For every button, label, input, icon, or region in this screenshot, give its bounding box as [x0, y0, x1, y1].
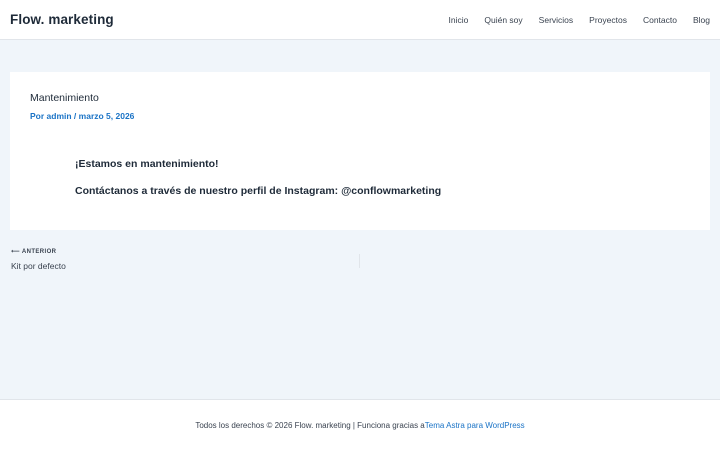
post-meta-separator: /: [71, 111, 79, 121]
post-title: Mantenimiento: [30, 92, 99, 104]
post-content-line: ¡Estamos en mantenimiento!: [75, 158, 219, 170]
footer-copyright: Todos los derechos © 2026 Flow. marketin…: [195, 420, 425, 430]
post-meta-prefix: Por: [30, 111, 47, 121]
post-card: Mantenimiento Por admin / marzo 5, 2026 …: [10, 72, 710, 230]
footer-theme-link[interactable]: Tema Astra para WordPress: [425, 421, 525, 430]
post-meta: Por admin / marzo 5, 2026: [30, 111, 134, 121]
previous-post-label[interactable]: ⟵ ANTERIOR: [11, 248, 56, 255]
nav-item-proyectos[interactable]: Proyectos: [589, 15, 627, 25]
post-nav-divider: [359, 254, 360, 268]
nav-item-inicio[interactable]: Inicio: [449, 15, 469, 25]
previous-post-link[interactable]: Kit por defecto: [11, 261, 66, 271]
post-content-line: Contáctanos a través de nuestro perfil d…: [75, 185, 442, 197]
nav-item-quien-soy[interactable]: Quién soy: [484, 15, 522, 25]
arrow-left-icon: ⟵: [11, 249, 21, 255]
nav-item-contacto[interactable]: Contacto: [643, 15, 677, 25]
post-date[interactable]: marzo 5, 2026: [79, 111, 135, 121]
main-nav: Inicio Quién soy Servicios Proyectos Con…: [433, 15, 710, 25]
post-navigation: ⟵ ANTERIOR Kit por defecto: [11, 246, 711, 276]
nav-item-blog[interactable]: Blog: [693, 15, 710, 25]
nav-item-servicios[interactable]: Servicios: [539, 15, 573, 25]
site-title-link[interactable]: Flow. marketing: [10, 12, 114, 27]
post-author-link[interactable]: admin: [47, 111, 72, 121]
previous-label-text: ANTERIOR: [21, 249, 57, 255]
site-header: Flow. marketing Inicio Quién soy Servici…: [0, 0, 720, 40]
site-footer: Todos los derechos © 2026 Flow. marketin…: [0, 399, 720, 450]
